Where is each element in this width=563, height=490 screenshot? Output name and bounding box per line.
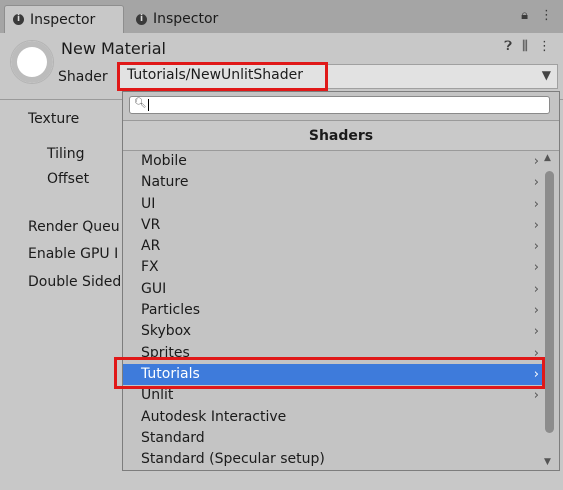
shader-selection-popup: 🔍︎ Shaders Mobile › Nature › UI › VR › AR › FX › GUI… <box>122 91 560 471</box>
menu-item-vr[interactable]: VR › <box>123 215 543 236</box>
menu-item-nature[interactable]: Nature › <box>123 172 543 193</box>
double-sided-label: Double Sided <box>28 274 122 290</box>
chevron-right-icon: › <box>533 324 539 340</box>
menu-item-label: Unlit <box>141 387 174 404</box>
menu-item-label: VR <box>141 216 161 233</box>
search-icon: 🔍︎ <box>134 98 147 109</box>
text-caret <box>148 99 149 111</box>
tab-bar: i Inspector i Inspector 🔒︎ ⋮ <box>0 0 563 33</box>
menu-item-label: Mobile <box>141 153 187 169</box>
tab-label: Inspector <box>30 11 96 28</box>
search-field[interactable]: 🔍︎ <box>129 96 550 114</box>
texture-label: Texture <box>28 111 80 127</box>
menu-icon[interactable]: ⋮ <box>540 8 553 23</box>
menu-item-gui[interactable]: GUI › <box>123 279 543 300</box>
chevron-right-icon: › <box>533 196 539 212</box>
lock-icon[interactable]: 🔒︎ <box>521 8 528 23</box>
menu-item-autodesk-interactive[interactable]: Autodesk Interactive <box>123 407 543 428</box>
menu-item-label: Skybox <box>141 323 192 340</box>
menu-item-label: Nature <box>141 174 189 191</box>
menu-item-label: UI <box>141 195 156 212</box>
shader-label: Shader <box>58 69 108 85</box>
scroll-down-icon[interactable]: ▼ <box>544 457 551 467</box>
scrollbar[interactable]: ▲ ▼ <box>542 151 556 469</box>
dropdown-arrow-icon: ▼ <box>541 68 551 82</box>
enable-gpu-label: Enable GPU I <box>28 246 119 262</box>
chevron-right-icon: › <box>533 175 539 191</box>
material-name: New Material <box>61 39 166 58</box>
menu-item-ar[interactable]: AR › <box>123 236 543 257</box>
chevron-right-icon: › <box>533 239 539 255</box>
preset-icon[interactable]: ⫼ <box>522 39 528 54</box>
more-icon[interactable]: ⋮ <box>538 39 551 54</box>
menu-item-ui[interactable]: UI › <box>123 194 543 215</box>
shader-list: Mobile › Nature › UI › VR › AR › FX › GUI › Particles ›… <box>123 151 543 470</box>
menu-item-label: FX <box>141 259 159 276</box>
tab-inspector-active[interactable]: i Inspector <box>4 5 124 33</box>
menu-item-label: Particles <box>141 302 201 319</box>
info-icon: i <box>13 14 24 25</box>
menu-item-standard[interactable]: Standard <box>123 428 543 449</box>
menu-item-particles[interactable]: Particles › <box>123 300 543 321</box>
chevron-right-icon: › <box>533 217 539 233</box>
tiling-label: Tiling <box>47 146 85 162</box>
menu-item-skybox[interactable]: Skybox › <box>123 321 543 342</box>
chevron-right-icon: › <box>533 281 539 297</box>
popup-title: Shaders <box>123 120 559 151</box>
menu-item-label: Standard <box>141 429 205 446</box>
menu-item-label: Autodesk Interactive <box>141 408 287 425</box>
material-preview <box>11 41 53 83</box>
offset-label: Offset <box>47 171 90 187</box>
tab-label: Inspector <box>153 11 219 27</box>
menu-item-label: GUI <box>141 280 167 297</box>
render-queue-label: Render Queu <box>28 219 120 235</box>
tab-inspector-secondary[interactable]: i Inspector <box>128 5 258 33</box>
scroll-up-icon[interactable]: ▲ <box>544 153 551 163</box>
tutorials-highlight-box <box>114 357 545 389</box>
menu-item-label: Standard (Specular setup) <box>141 451 325 468</box>
info-icon: i <box>136 13 147 25</box>
menu-item-standard-specular-setup[interactable]: Standard (Specular setup) <box>123 449 543 470</box>
shader-highlight-box <box>117 62 328 91</box>
help-icon[interactable]: ❓︎ <box>504 39 512 54</box>
menu-item-mobile[interactable]: Mobile › <box>123 151 543 172</box>
chevron-right-icon: › <box>533 260 539 276</box>
scrollbar-thumb[interactable] <box>545 171 554 433</box>
menu-item-fx[interactable]: FX › <box>123 257 543 278</box>
chevron-right-icon: › <box>533 154 539 169</box>
menu-item-label: AR <box>141 238 161 255</box>
chevron-right-icon: › <box>533 303 539 319</box>
